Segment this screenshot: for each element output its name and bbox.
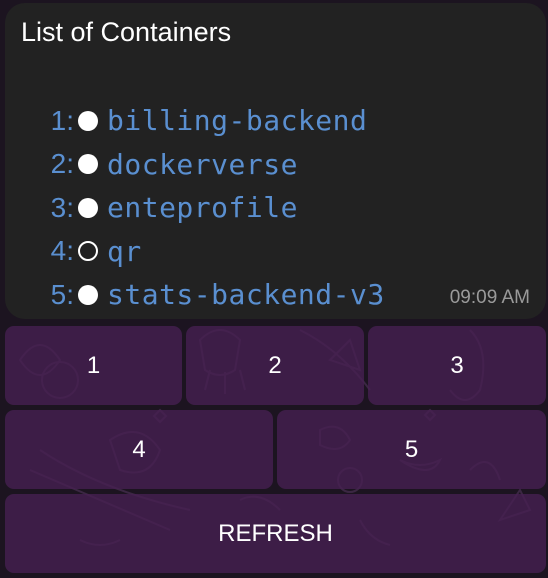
message-timestamp: 09:09 AM: [449, 287, 530, 308]
container-name-link[interactable]: billing-backend: [107, 104, 367, 137]
container-number: 3:: [50, 191, 74, 223]
container-name-link[interactable]: dockerverse: [107, 148, 298, 181]
container-item-2: 2: dockerverse: [40, 143, 385, 187]
keyboard-button-1[interactable]: 1: [5, 326, 182, 405]
container-name-link[interactable]: qr: [107, 235, 142, 268]
keyboard-button-4[interactable]: 4: [5, 410, 273, 489]
keyboard-button-2[interactable]: 2: [186, 326, 364, 405]
container-number: 1:: [50, 104, 74, 136]
container-name-link[interactable]: enteprofile: [107, 191, 298, 224]
container-number: 5:: [50, 278, 74, 310]
container-item-4: 4: qr: [40, 230, 385, 274]
container-number: 2:: [50, 148, 74, 180]
stopped-status-icon: [78, 241, 98, 262]
container-number: 4:: [50, 235, 74, 267]
refresh-button[interactable]: REFRESH: [5, 494, 546, 573]
container-item-3: 3: enteprofile: [40, 186, 385, 230]
running-status-icon: [78, 197, 98, 218]
running-status-icon: [78, 110, 98, 131]
keyboard-button-3[interactable]: 3: [368, 326, 546, 405]
running-status-icon: [78, 154, 98, 175]
container-name-link[interactable]: stats-backend-v3: [107, 278, 385, 311]
container-item-5: 5: stats-backend-v3: [40, 273, 385, 317]
bot-message-bubble: List of Containers 1: billing-backend 2:…: [5, 3, 546, 319]
keyboard-button-5[interactable]: 5: [277, 410, 546, 489]
container-list: 1: billing-backend 2: dockerverse 3: ent…: [40, 99, 385, 317]
running-status-icon: [78, 284, 98, 305]
message-title: List of Containers: [21, 17, 232, 47]
container-item-1: 1: billing-backend: [40, 99, 385, 143]
